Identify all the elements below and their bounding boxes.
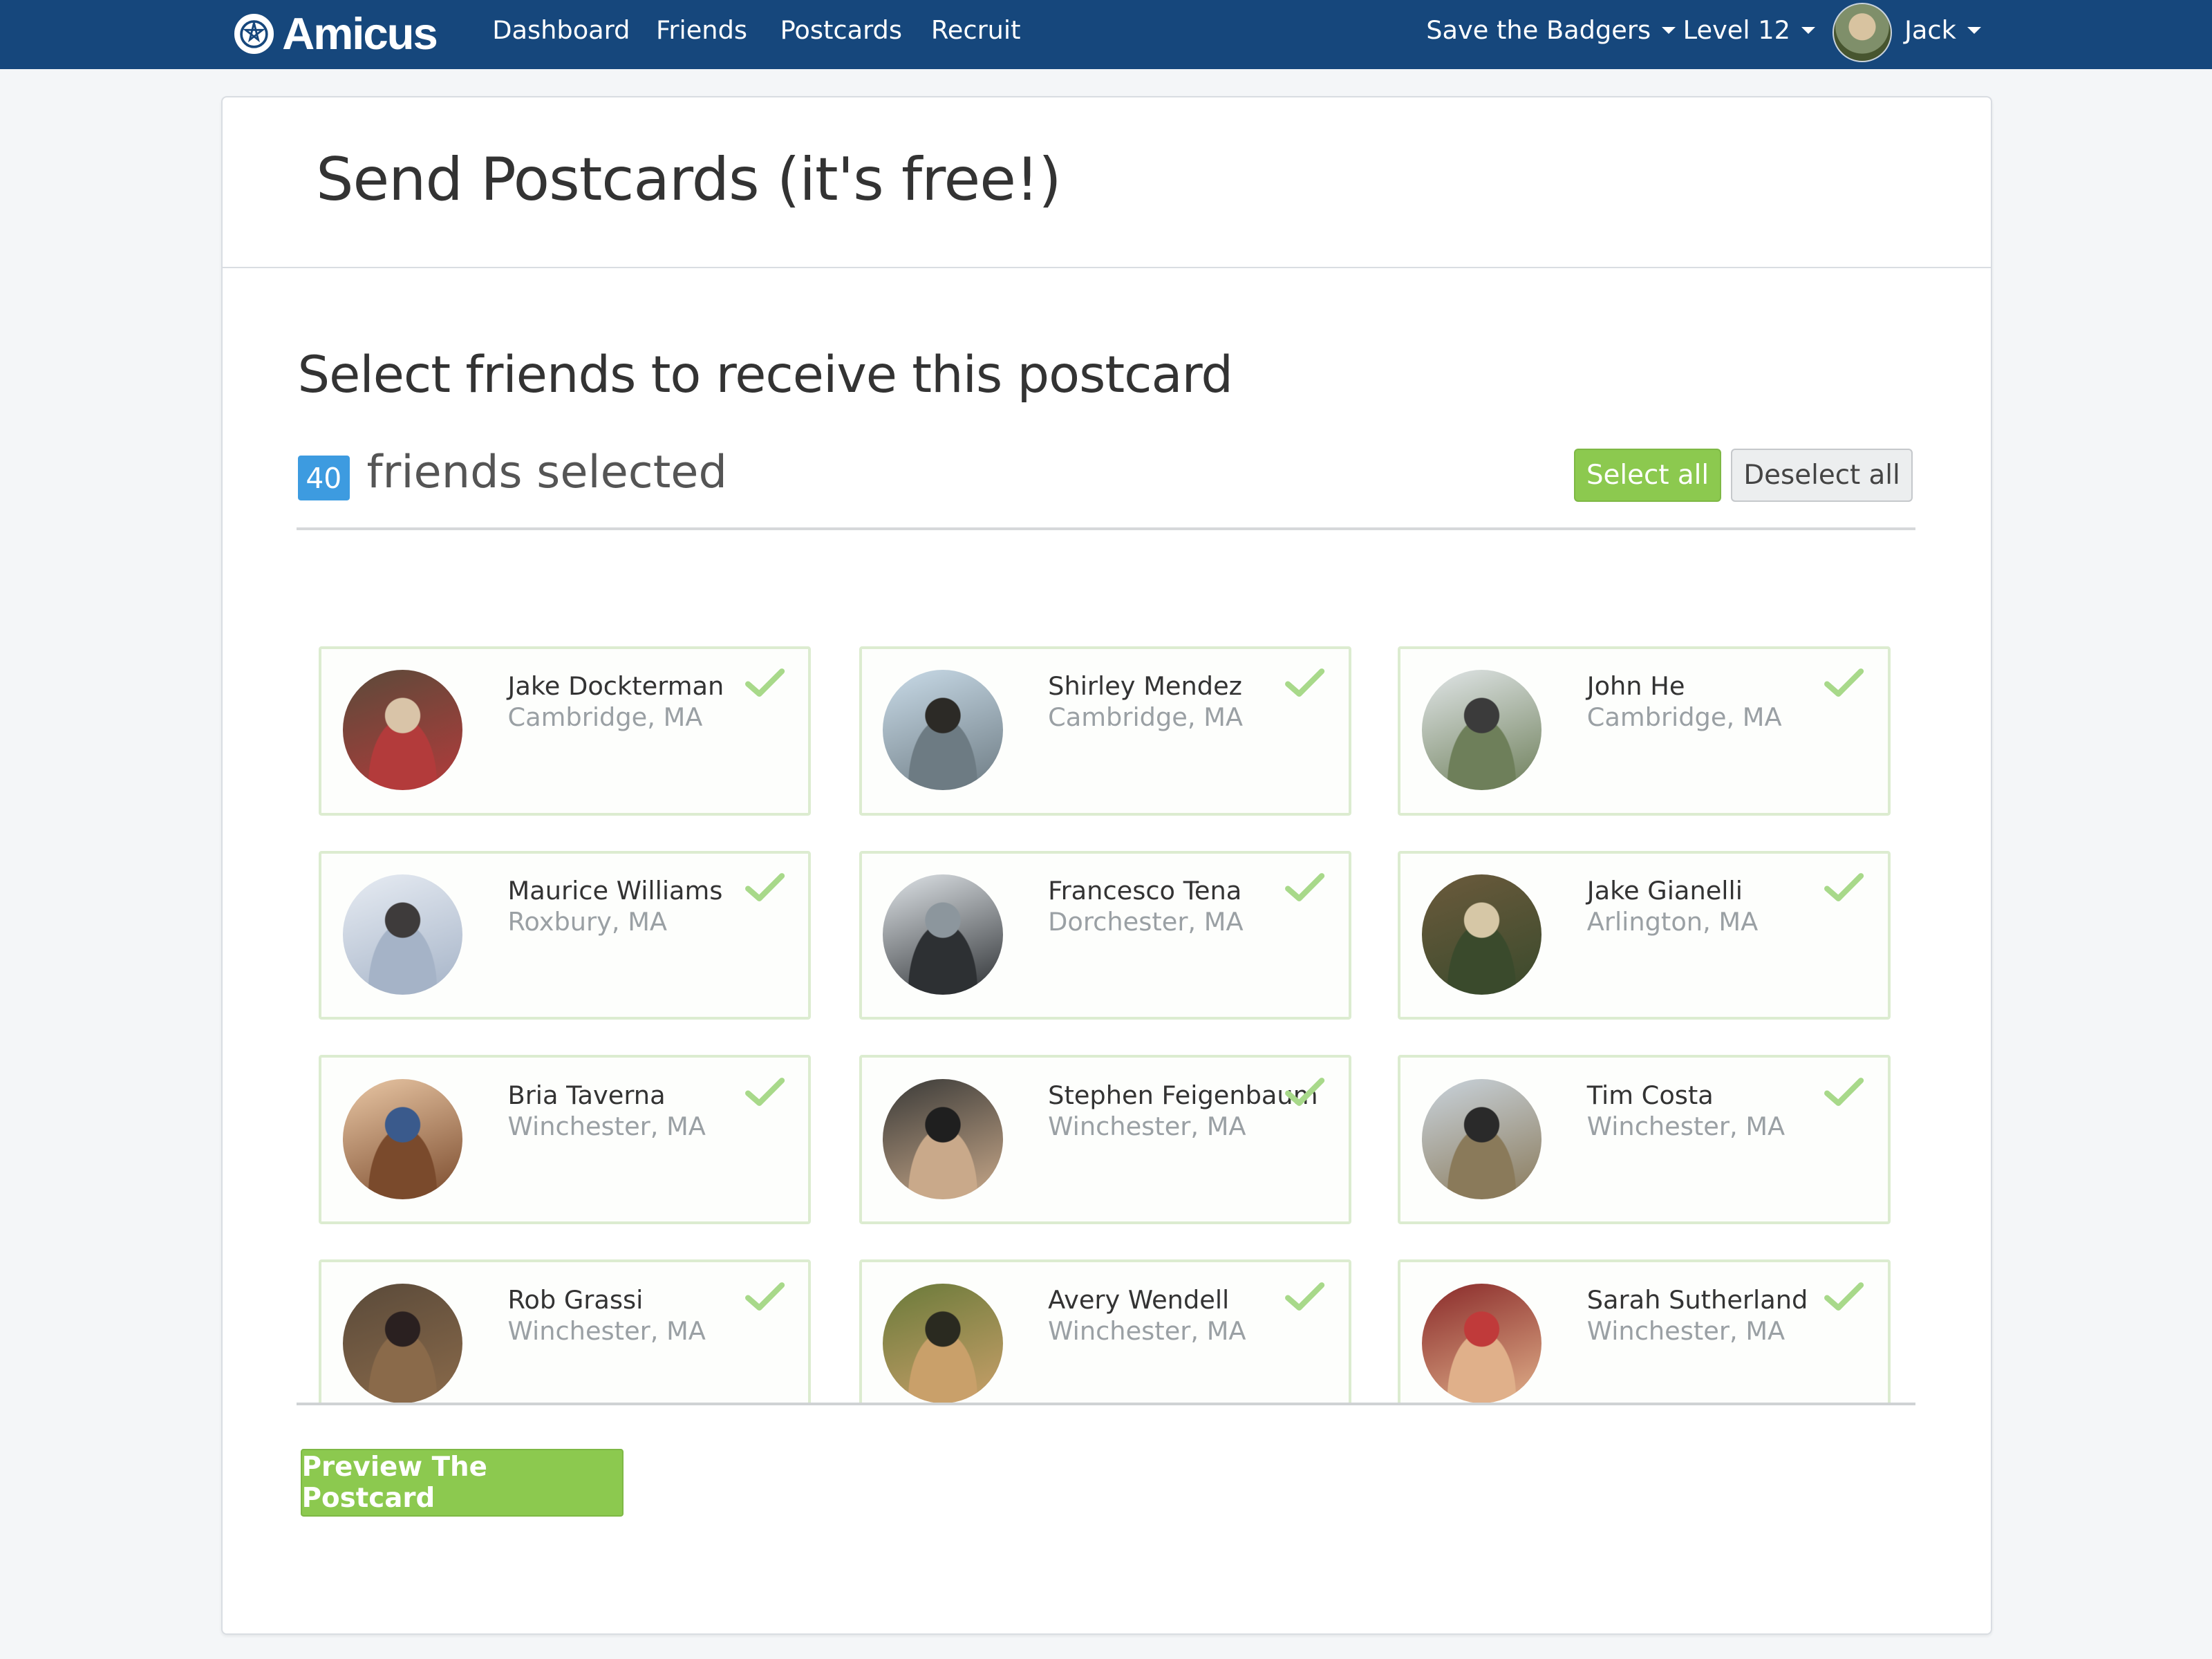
friend-avatar (1421, 1283, 1542, 1404)
selected-count-label: friends selected (366, 445, 727, 498)
friend-avatar (1421, 670, 1542, 790)
friend-name: Sarah Sutherland (1586, 1285, 1808, 1315)
deselect-all-button[interactable]: Deselect all (1731, 448, 1913, 503)
friend-location: Cambridge, MA (1586, 702, 1782, 733)
friend-card[interactable]: Jake Gianelli Arlington, MA (1398, 850, 1891, 1020)
selected-count-badge: 40 (297, 456, 350, 501)
friend-avatar (883, 874, 1003, 995)
checkmark-icon (1285, 1282, 1325, 1311)
user-name: Jack (1904, 15, 1956, 46)
checkmark-icon (744, 668, 785, 697)
friend-card[interactable]: John He Cambridge, MA (1398, 646, 1891, 816)
friend-name: John He (1586, 671, 1685, 702)
friend-avatar (342, 670, 463, 790)
level-label: Level 12 (1683, 15, 1790, 46)
brand-name: Amicus (282, 8, 438, 59)
friend-card[interactable]: Sarah Sutherland Winchester, MA (1398, 1259, 1891, 1404)
checkmark-icon (1285, 1078, 1325, 1106)
friend-location: Dorchester, MA (1048, 907, 1244, 937)
amicus-logo-icon (234, 14, 274, 54)
friend-name: Rob Grassi (507, 1285, 644, 1315)
campaign-dropdown[interactable]: Save the Badgers (1426, 15, 1676, 45)
friends-grid[interactable]: Jake Dockterman Cambridge, MA Shirley Mend… (297, 530, 1916, 1404)
friend-avatar (883, 1283, 1003, 1404)
nav-postcards[interactable]: Postcards (780, 15, 902, 45)
chevron-down-icon (1662, 26, 1676, 34)
friend-name: Tim Costa (1586, 1080, 1714, 1111)
chevron-down-icon (1801, 26, 1816, 34)
friend-location: Roxbury, MA (507, 907, 667, 937)
friend-avatar (883, 670, 1003, 790)
friend-name: Maurice Williams (507, 876, 723, 906)
friend-location: Cambridge, MA (1048, 702, 1244, 733)
checkmark-icon (1824, 668, 1864, 697)
friend-avatar (342, 1079, 463, 1199)
friend-card[interactable]: Rob Grassi Winchester, MA (319, 1259, 812, 1404)
friend-avatar (883, 1079, 1003, 1199)
checkmark-icon (744, 873, 785, 901)
friend-location: Winchester, MA (1048, 1112, 1246, 1141)
nav-friends[interactable]: Friends (656, 15, 747, 45)
friend-location: Cambridge, MA (507, 702, 703, 733)
divider (296, 1402, 1916, 1405)
checkmark-icon (1824, 873, 1864, 901)
page-title: Send Postcards (it's free!) (316, 145, 1062, 215)
friend-avatar (342, 874, 463, 995)
chevron-down-icon (1967, 26, 1982, 34)
friend-location: Winchester, MA (1048, 1315, 1246, 1346)
nav-dashboard[interactable]: Dashboard (492, 15, 630, 45)
checkmark-icon (1285, 873, 1325, 901)
panel-header: Send Postcards (it's free!) (223, 97, 1991, 268)
friend-card[interactable]: Avery Wendell Winchester, MA (859, 1259, 1351, 1404)
friend-card[interactable]: Bria Taverna Winchester, MA (319, 1055, 812, 1225)
top-navbar: Amicus Dashboard Friends Postcards Recru… (0, 0, 2212, 69)
friend-avatar (1421, 1079, 1542, 1199)
nav-recruit[interactable]: Recruit (931, 15, 1021, 45)
checkmark-icon (744, 1078, 785, 1106)
friend-name: Avery Wendell (1048, 1285, 1230, 1315)
campaign-label: Save the Badgers (1426, 15, 1651, 46)
friend-avatar (342, 1283, 463, 1404)
friend-card[interactable]: Maurice Williams Roxbury, MA (319, 850, 812, 1020)
section-title: Select friends to receive this postcard (297, 345, 1233, 404)
level-dropdown[interactable]: Level 12 (1683, 15, 1816, 45)
friend-card[interactable]: Francesco Tena Dorchester, MA (859, 850, 1351, 1020)
brand[interactable]: Amicus (234, 6, 438, 62)
friend-card[interactable]: Stephen Feigenbaum Winchester, MA (859, 1055, 1351, 1225)
checkmark-icon (1824, 1282, 1864, 1311)
friend-name: Stephen Feigenbaum (1048, 1080, 1318, 1111)
friend-avatar (1421, 874, 1542, 995)
postcard-panel: Send Postcards (it's free!) Select frien… (221, 95, 1992, 1635)
friend-name: Jake Dockterman (507, 671, 724, 702)
checkmark-icon (1824, 1078, 1864, 1106)
friend-card[interactable]: Shirley Mendez Cambridge, MA (859, 646, 1351, 816)
friend-location: Winchester, MA (1586, 1112, 1785, 1141)
user-dropdown[interactable]: Jack (1904, 15, 1982, 46)
friend-location: Winchester, MA (507, 1112, 706, 1141)
friend-card[interactable]: Tim Costa Winchester, MA (1398, 1055, 1891, 1225)
friend-name: Shirley Mendez (1048, 671, 1242, 702)
friend-name: Bria Taverna (507, 1080, 666, 1111)
checkmark-icon (744, 1282, 785, 1311)
friend-name: Jake Gianelli (1586, 876, 1743, 906)
checkmark-icon (1285, 668, 1325, 697)
friend-location: Arlington, MA (1586, 907, 1759, 937)
friend-location: Winchester, MA (507, 1315, 706, 1346)
user-avatar[interactable] (1832, 3, 1892, 62)
friend-card[interactable]: Jake Dockterman Cambridge, MA (319, 646, 812, 816)
preview-postcard-button[interactable]: Preview The Postcard (300, 1448, 624, 1517)
friend-name: Francesco Tena (1048, 876, 1242, 906)
select-all-button[interactable]: Select all (1574, 448, 1721, 503)
friend-location: Winchester, MA (1586, 1315, 1785, 1346)
